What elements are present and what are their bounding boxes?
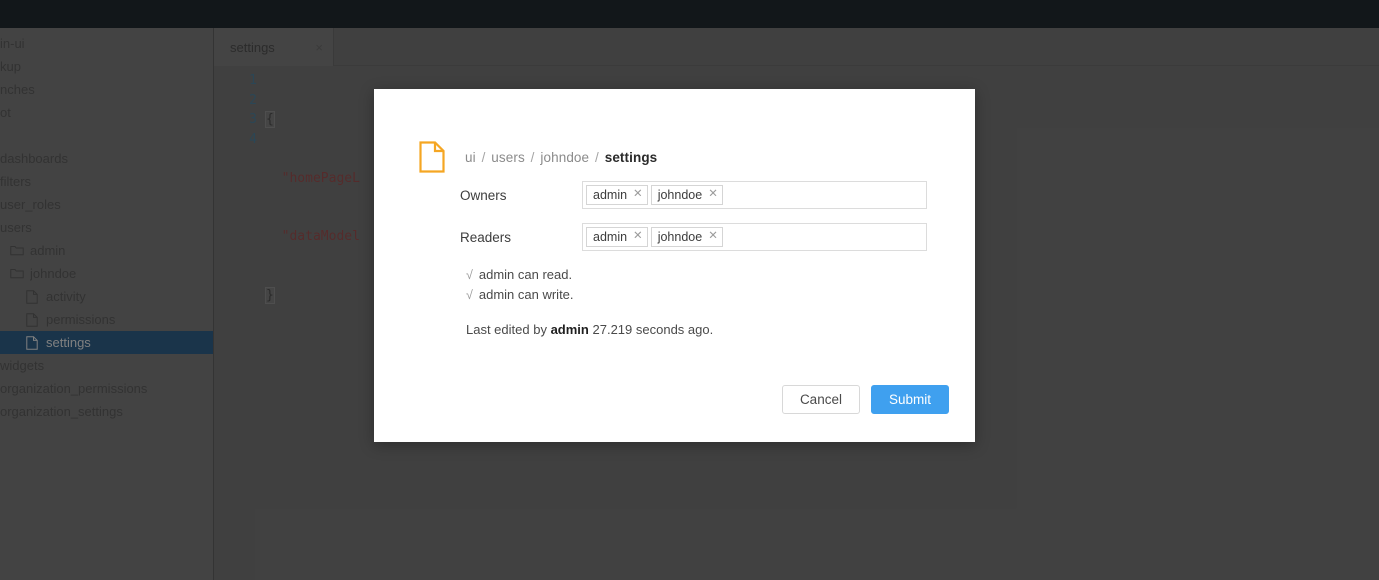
remove-tag-icon[interactable]: ✕ [633,231,643,243]
readers-label: Readers [460,229,512,245]
tag-label: admin [593,229,628,244]
last-edited-suffix: 27.219 seconds ago. [592,322,714,337]
tag-chip[interactable]: admin ✕ [586,185,648,205]
tag-label: johndoe [657,229,703,244]
permission-checks: √ admin can read. √ admin can write. [460,265,927,305]
check-icon: √ [466,268,473,282]
breadcrumb-item-ui[interactable]: ui [465,150,476,165]
breadcrumb-separator: / [530,149,535,165]
breadcrumb-item-users[interactable]: users [491,150,525,165]
permission-check-read: √ admin can read. [466,265,927,285]
last-edited-user: admin [550,322,589,337]
modal-header: ui / users / johndoe / settings [374,89,975,181]
owners-input[interactable]: admin ✕ johndoe ✕ [582,181,927,209]
permissions-modal: ui / users / johndoe / settings Owners a… [374,89,975,442]
remove-tag-icon[interactable]: ✕ [708,189,718,201]
breadcrumb: ui / users / johndoe / settings [465,150,657,165]
app-root: in-ui kup nches ot dashboards filters user_rol… [0,0,1379,580]
tag-chip[interactable]: admin ✕ [586,227,648,247]
breadcrumb-separator: / [481,149,486,165]
cancel-button[interactable]: Cancel [781,385,860,414]
tag-label: johndoe [657,187,703,202]
breadcrumb-separator: / [595,149,599,165]
submit-button[interactable]: Submit [870,385,949,414]
remove-tag-icon[interactable]: ✕ [633,189,643,201]
last-edited-status: Last edited by admin 27.219 seconds ago. [460,322,927,337]
permission-check-text: admin can read. [478,267,573,282]
check-icon: √ [466,288,473,302]
tag-label: admin [593,187,628,202]
permission-check-text: admin can write. [478,287,574,302]
modal-form: Owners admin ✕ johndoe ✕ Readers admin ✕… [374,181,975,337]
owners-label: Owners [460,187,507,203]
breadcrumb-item-johndoe[interactable]: johndoe [540,150,589,165]
readers-input[interactable]: admin ✕ johndoe ✕ [582,223,927,251]
file-icon [419,141,445,173]
breadcrumb-current: settings [604,149,658,165]
last-edited-prefix: Last edited by [466,322,547,337]
permission-check-write: √ admin can write. [466,285,927,305]
modal-footer: Cancel Submit [781,385,949,414]
owners-row: Owners admin ✕ johndoe ✕ [460,181,927,209]
tag-chip[interactable]: johndoe ✕ [650,185,723,205]
readers-row: Readers admin ✕ johndoe ✕ [460,223,927,251]
remove-tag-icon[interactable]: ✕ [708,231,718,243]
tag-chip[interactable]: johndoe ✕ [650,227,723,247]
